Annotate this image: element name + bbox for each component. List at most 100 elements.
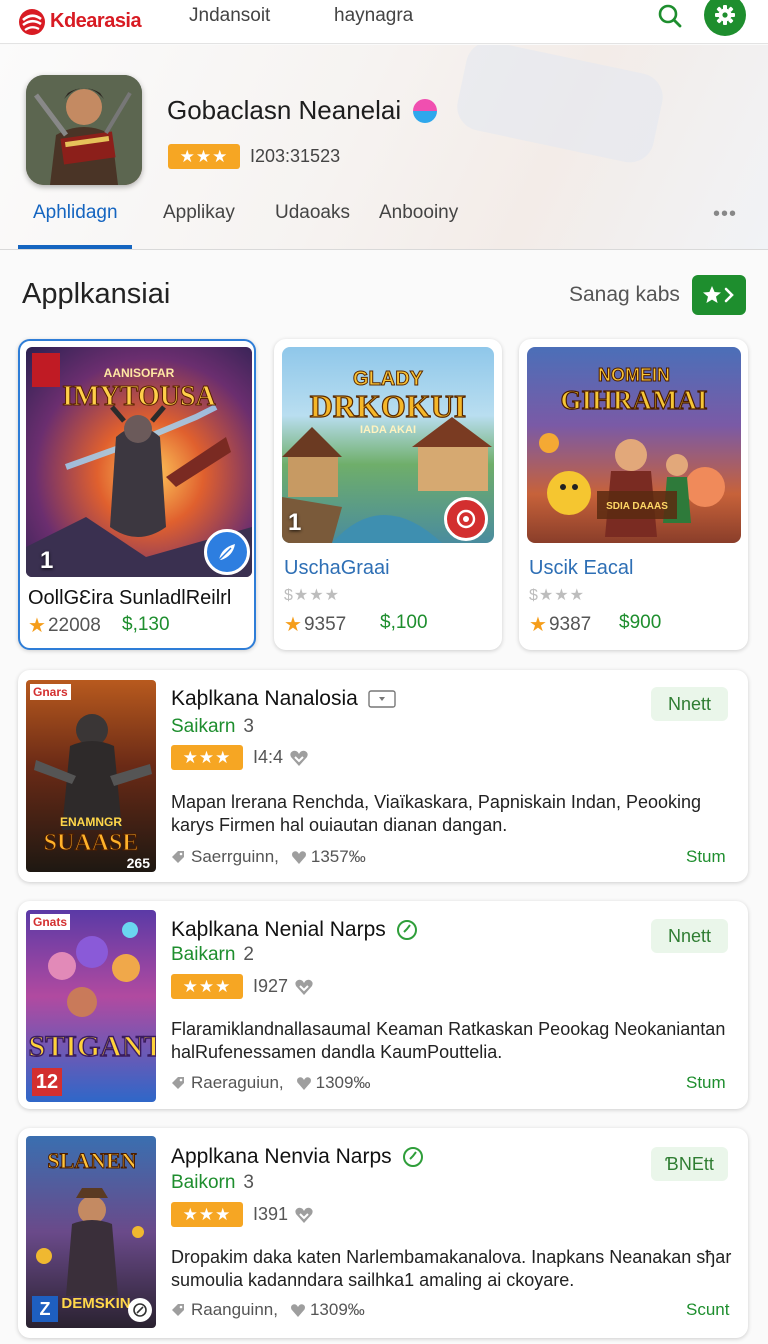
app-title: Gobaclasn Neanelai [167, 95, 402, 125]
list-item-description: Mapan lrerana Renchda, Viaïkaskara, Papn… [171, 792, 702, 835]
list-item[interactable]: ENAMNGR SUAASE 265 Gnars Kaþlkana Nanalo… [18, 670, 748, 882]
gear-icon [715, 5, 735, 25]
list-item-sub-num: 3 [243, 716, 254, 737]
search-button[interactable] [654, 0, 686, 32]
tab-anbooiny[interactable]: Anbooiny [379, 202, 458, 224]
footer-tag-text: Saerrguinn, [191, 847, 279, 866]
next-button[interactable]: Nnett [651, 919, 728, 953]
list-item-image: SLANEN DEMSKIN Z [26, 1136, 156, 1328]
list-item-title: Applkana Nenvia Narps [171, 1145, 424, 1169]
list-item-title: Kaþlkana Nanalosia [171, 687, 396, 711]
featured-img-title: IMYTOUSA [62, 381, 216, 412]
nav-link-2[interactable]: haynagra [334, 5, 413, 27]
heart-icon [290, 750, 308, 766]
tag-icon [172, 1304, 184, 1316]
star-icon: ★ [529, 614, 547, 636]
heart-icon [291, 851, 306, 864]
list-item-sub-text: Saikarn [171, 716, 236, 737]
genre-tag: Gnats [30, 914, 71, 930]
heart-icon [295, 979, 313, 995]
rating-count: I4:4 [253, 747, 284, 767]
featured-card[interactable]: AANISOFAR IMYTOUSA 1 OollGƐira SunladlRe… [18, 339, 256, 650]
featured-card[interactable]: NOMEIN GIHRAMAI SDIA DAAAS Uscik Eacal $… [519, 339, 748, 650]
section-more-button[interactable] [692, 275, 746, 315]
next-button[interactable]: ƁNEtt [651, 1147, 728, 1181]
genre-tag: Gnars [30, 684, 71, 700]
heart-icon [296, 1077, 311, 1090]
featured-rating: ★ 9387 [529, 612, 591, 637]
star-icon: ★ [28, 615, 46, 637]
rank-badge: 1 [288, 509, 302, 536]
check-ring-icon [396, 920, 417, 940]
featured-img-title-top: GLADY [353, 368, 424, 390]
settings-button[interactable] [704, 0, 746, 36]
list-item-sub-num: 2 [243, 944, 254, 965]
tab-applikay[interactable]: Applikay [163, 202, 235, 224]
list-item[interactable]: STIGANT Gnats 12 Kaþlkana Nenial Narps B… [18, 901, 748, 1109]
verified-dot-icon [413, 98, 438, 123]
logo-text: Kdearasia [50, 10, 142, 32]
list-img-subtitle: ENAMNGR [60, 815, 122, 829]
heart-icon [290, 1304, 305, 1317]
list-item-subtitle: Saikarn 3 [171, 716, 254, 738]
rating-stars-badge: ★★★ [171, 1202, 243, 1227]
list-item-description: FlaramiklandnallasaumaI Keaman Ratkaskan… [171, 1019, 726, 1062]
active-tab-indicator [18, 245, 132, 249]
list-item-title-text: Applkana Nenvia Narps [171, 1145, 392, 1168]
app-store-page: Kdearasia Jndansoit haynagra Gobaclasn N… [0, 0, 768, 1344]
logo-swirl-icon [19, 8, 45, 35]
rating-count: I391 [253, 1204, 289, 1224]
record-badge[interactable] [444, 497, 488, 541]
list-item[interactable]: SLANEN DEMSKIN Z Applkana Nenvia Narps B… [18, 1128, 748, 1338]
list-item-meta: ★★★ I927 [171, 974, 314, 999]
featured-img-title: DRKOKUI [310, 388, 466, 424]
rank-badge: 1 [40, 547, 54, 574]
feather-badge[interactable] [204, 529, 250, 575]
list-item-image: ENAMNGR SUAASE 265 Gnars [26, 680, 156, 872]
more-options-icon[interactable]: ••• [713, 203, 737, 226]
nav-link-1[interactable]: Jndansoit [189, 5, 270, 27]
app-count: I203:31523 [250, 146, 341, 166]
app-header: Gobaclasn Neanelai ★★★ I203:31523 Aphlid… [0, 45, 768, 250]
logo[interactable]: Kdearasia [18, 8, 142, 36]
list-item-status: Stum [686, 847, 726, 866]
list-img-title: SLANEN [47, 1148, 136, 1173]
top-bar: Kdearasia Jndansoit haynagra [0, 0, 768, 44]
rating-stars-badge: ★★★ [171, 974, 243, 999]
featured-price: $,100 [380, 612, 428, 633]
featured-card[interactable]: GLADY DRKOKUI IADA AKAI 1 UschaGraai $★★… [274, 339, 502, 650]
list-item-sub-text: Baikarn [171, 944, 236, 965]
tab-udaoaks[interactable]: Udaoaks [275, 202, 350, 224]
featured-title: Uscik Eacal [529, 557, 634, 579]
record-icon [456, 509, 476, 529]
featured-rating-value: 9387 [548, 613, 592, 635]
device-icon [368, 690, 396, 708]
star-chevron-icon [703, 286, 734, 303]
heart-icon [295, 1207, 313, 1223]
featured-img-title-top: NOMEIN [598, 365, 670, 385]
list-item-footer: Raeraguiun, 1309‰ [171, 1073, 370, 1093]
list-item-meta: ★★★ I4:4 [171, 745, 309, 770]
warrior-artwork [26, 75, 142, 185]
featured-img-subtitle: IADA AKAI [360, 424, 416, 436]
characters-artwork: NOMEIN GIHRAMAI SDIA DAAAS [539, 365, 725, 537]
list-img-badge: 265 [127, 855, 151, 871]
list-item-footer: Raanguinn, 1309‰ [171, 1300, 365, 1320]
app-icon-image[interactable] [26, 75, 142, 185]
tab-aphlidagn[interactable]: Aphlidagn [33, 202, 118, 224]
rating-stars-badge: ★★★ [168, 144, 240, 169]
next-button[interactable]: Nnett [651, 687, 728, 721]
featured-img-title: GIHRAMAI [561, 385, 708, 415]
rating-stars-badge: ★★★ [171, 745, 243, 770]
section-link[interactable]: Sanag kabs [569, 283, 680, 307]
age-badge: 12 [32, 1068, 62, 1096]
search-icon [658, 4, 682, 28]
featured-stars: $★★★ [529, 587, 585, 604]
rating-count: I927 [253, 976, 289, 996]
featured-title: OollGƐira SunladlReilrl [28, 587, 232, 609]
list-item-sub-text: Baikorn [171, 1172, 236, 1193]
list-item-subtitle: Baikarn 2 [171, 944, 254, 966]
list-item-status: Stum [686, 1073, 726, 1092]
app-title-row: Gobaclasn Neanelai [167, 95, 438, 126]
check-ring-icon [402, 1147, 423, 1167]
